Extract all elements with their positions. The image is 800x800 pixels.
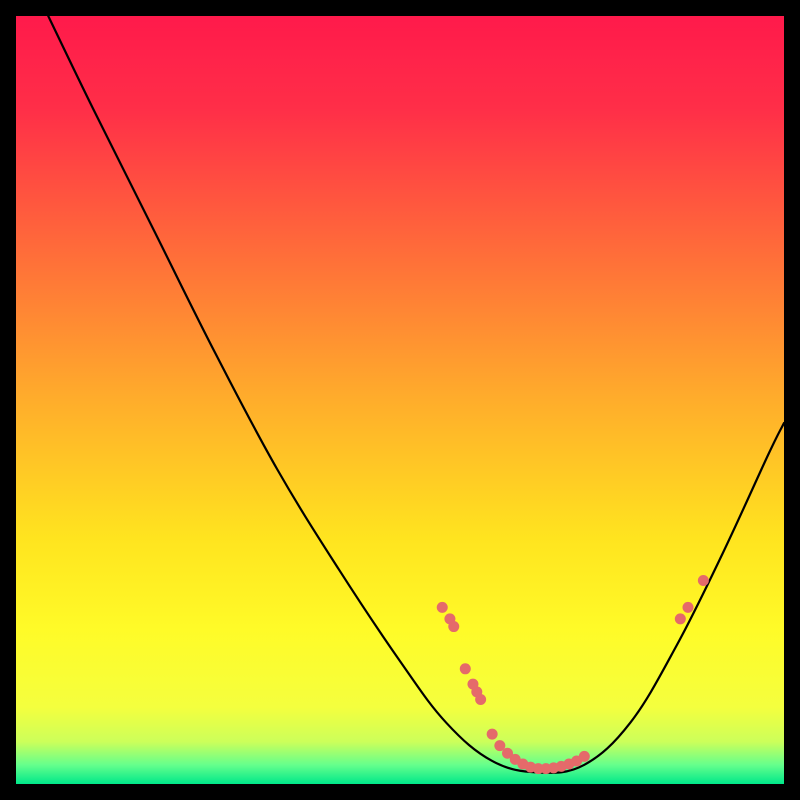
chart-frame: TheBottleneck.com xyxy=(16,16,784,784)
data-marker xyxy=(579,751,590,762)
bottleneck-chart xyxy=(16,16,784,784)
data-marker xyxy=(683,602,694,613)
data-marker xyxy=(675,613,686,624)
data-marker xyxy=(437,602,448,613)
data-marker xyxy=(460,663,471,674)
data-marker xyxy=(448,621,459,632)
data-marker xyxy=(475,694,486,705)
data-marker xyxy=(698,575,709,586)
gradient-background xyxy=(16,16,784,784)
data-marker xyxy=(487,729,498,740)
